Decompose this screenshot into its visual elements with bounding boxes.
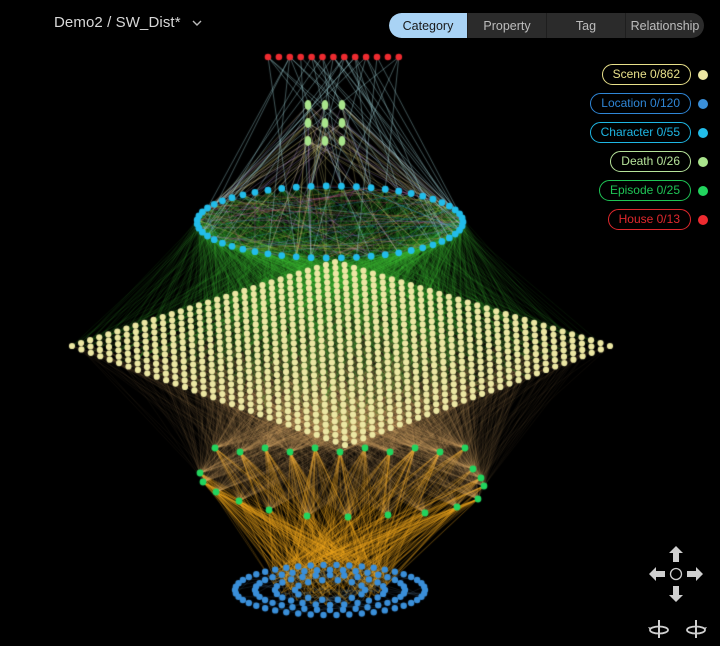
view-mode-tabs: Category Property Tag Relationship bbox=[389, 13, 704, 38]
legend-label: Character 0/55 bbox=[589, 122, 691, 143]
category-legend: Scene 0/862 Location 0/120 Character 0/5… bbox=[589, 60, 708, 234]
episode-color-dot bbox=[698, 185, 708, 196]
legend-item-location[interactable]: Location 0/120 bbox=[590, 89, 708, 118]
legend-item-episode[interactable]: Episode 0/25 bbox=[598, 176, 708, 205]
legend-label: House 0/13 bbox=[607, 209, 691, 230]
arrow-up-icon[interactable] bbox=[668, 545, 684, 563]
character-color-dot bbox=[698, 127, 708, 138]
chevron-down-icon[interactable] bbox=[191, 17, 203, 29]
arrow-down-icon[interactable] bbox=[668, 585, 684, 603]
project-title: Demo2 / SW_Dist* bbox=[54, 14, 181, 31]
tab-relationship[interactable]: Relationship bbox=[626, 13, 704, 38]
center-circle-icon[interactable] bbox=[669, 567, 683, 581]
arrow-right-icon[interactable] bbox=[686, 566, 704, 582]
house-color-dot bbox=[698, 214, 708, 225]
rotate-left-icon[interactable] bbox=[648, 618, 670, 640]
location-color-dot bbox=[698, 98, 708, 109]
legend-item-scene[interactable]: Scene 0/862 bbox=[601, 60, 708, 89]
arrow-left-icon[interactable] bbox=[648, 566, 666, 582]
legend-label: Episode 0/25 bbox=[598, 180, 691, 201]
legend-item-death[interactable]: Death 0/26 bbox=[610, 147, 708, 176]
rotate-right-icon[interactable] bbox=[685, 618, 707, 640]
death-color-dot bbox=[698, 156, 708, 167]
scene-color-dot bbox=[698, 69, 708, 80]
project-title-dropdown[interactable]: Demo2 / SW_Dist* bbox=[54, 14, 203, 31]
tab-tag[interactable]: Tag bbox=[547, 13, 626, 38]
navigation-controls bbox=[644, 543, 714, 643]
legend-label: Scene 0/862 bbox=[601, 64, 691, 85]
tab-property[interactable]: Property bbox=[468, 13, 547, 38]
legend-label: Death 0/26 bbox=[610, 151, 691, 172]
legend-label: Location 0/120 bbox=[590, 93, 691, 114]
legend-item-house[interactable]: House 0/13 bbox=[607, 205, 708, 234]
tab-category[interactable]: Category bbox=[389, 13, 468, 38]
legend-item-character[interactable]: Character 0/55 bbox=[589, 118, 708, 147]
